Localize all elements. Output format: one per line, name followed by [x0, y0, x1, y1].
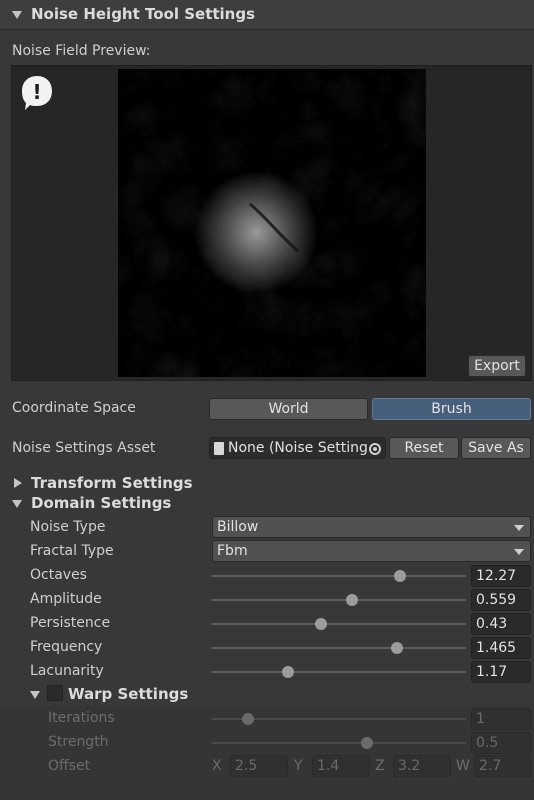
strength-slider-track[interactable]: [212, 742, 466, 744]
fractal-type-dropdown[interactable]: Fbm: [212, 540, 531, 562]
amplitude-slider-thumb[interactable]: [345, 594, 358, 606]
frequency-label: Frequency: [30, 639, 103, 655]
script-asset-icon: [214, 442, 224, 455]
fractal-type-value: Fbm: [217, 543, 248, 559]
offset-label: Offset: [48, 758, 91, 774]
warp-enabled-checkbox[interactable]: [47, 685, 63, 701]
domain-settings-foldout[interactable]: Domain Settings: [31, 494, 171, 512]
dropdown-arrow-icon: [514, 549, 524, 555]
brush-toggle-button[interactable]: Brush: [372, 398, 531, 420]
warp-settings-foldout[interactable]: Warp Settings: [68, 685, 188, 703]
lacunarity-label: Lacunarity: [30, 663, 104, 679]
noise-type-label: Noise Type: [30, 519, 106, 535]
lacunarity-slider-track[interactable]: [212, 671, 466, 673]
tool-settings-header[interactable]: Noise Height Tool Settings: [0, 0, 534, 30]
octaves-value-field[interactable]: 12.27: [471, 565, 531, 587]
dropdown-arrow-icon: [514, 525, 524, 531]
strength-slider-thumb[interactable]: [360, 737, 373, 749]
offset-x-field[interactable]: 2.5: [230, 755, 288, 777]
save-as-button[interactable]: Save As: [461, 437, 531, 459]
offset-w-label: W: [456, 758, 470, 774]
noise-type-dropdown[interactable]: Billow: [212, 516, 531, 538]
warning-speech-bubble-icon: !: [22, 76, 52, 110]
amplitude-slider-track[interactable]: [212, 599, 466, 601]
octaves-slider-track[interactable]: [212, 575, 466, 577]
noise-preview-panel: ! Export: [11, 65, 532, 381]
offset-w-field[interactable]: 2.7: [474, 755, 531, 777]
amplitude-value-field[interactable]: 0.559: [471, 589, 531, 611]
lacunarity-value-field[interactable]: 1.17: [471, 661, 531, 683]
strength-value-field[interactable]: 0.5: [471, 732, 531, 754]
noise-type-value: Billow: [217, 519, 259, 535]
offset-z-field[interactable]: 3.2: [393, 755, 451, 777]
octaves-slider-thumb[interactable]: [393, 570, 406, 582]
warning-glyph: !: [32, 80, 41, 104]
frequency-slider-track[interactable]: [212, 647, 466, 649]
transform-expand-icon[interactable]: [14, 478, 22, 488]
domain-collapse-icon[interactable]: [12, 500, 22, 508]
preview-label: Noise Field Preview:: [12, 43, 151, 59]
persistence-slider-thumb[interactable]: [315, 618, 328, 630]
octaves-label: Octaves: [30, 567, 87, 583]
world-toggle-button[interactable]: World: [209, 398, 368, 420]
fractal-type-label: Fractal Type: [30, 543, 114, 559]
noise-field-image: [118, 69, 426, 377]
offset-y-label: Y: [294, 758, 303, 774]
persistence-slider-track[interactable]: [212, 623, 466, 625]
transform-settings-foldout[interactable]: Transform Settings: [31, 474, 193, 492]
lacunarity-slider-thumb[interactable]: [282, 666, 295, 678]
asset-field-value: None (Noise Setting: [228, 440, 368, 456]
offset-y-field[interactable]: 1.4: [312, 755, 370, 777]
noise-settings-asset-field[interactable]: None (Noise Setting: [209, 437, 386, 459]
coordinate-space-label: Coordinate Space: [12, 400, 136, 416]
warp-collapse-icon[interactable]: [30, 691, 40, 699]
reset-button[interactable]: Reset: [389, 437, 459, 459]
frequency-slider-thumb[interactable]: [391, 642, 404, 654]
offset-z-label: Z: [375, 758, 385, 774]
iterations-slider-thumb[interactable]: [241, 713, 254, 725]
header-title: Noise Height Tool Settings: [31, 5, 256, 23]
frequency-value-field[interactable]: 1.465: [471, 637, 531, 659]
persistence-value-field[interactable]: 0.43: [471, 613, 531, 635]
offset-x-label: X: [212, 758, 222, 774]
amplitude-label: Amplitude: [30, 591, 102, 607]
strength-label: Strength: [48, 734, 109, 750]
iterations-label: Iterations: [48, 710, 115, 726]
noise-settings-asset-label: Noise Settings Asset: [12, 440, 156, 456]
iterations-value-field[interactable]: 1: [471, 708, 531, 730]
collapse-triangle-icon[interactable]: [12, 11, 22, 19]
object-picker-icon[interactable]: [369, 443, 381, 455]
export-button[interactable]: Export: [468, 355, 526, 377]
persistence-label: Persistence: [30, 615, 111, 631]
